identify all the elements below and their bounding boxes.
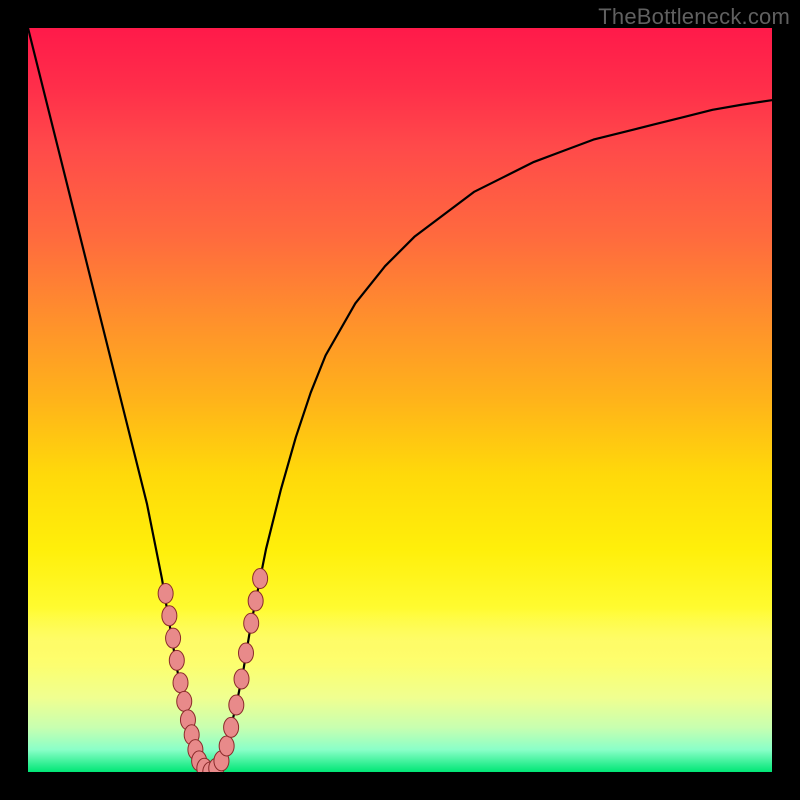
curve-layer <box>28 28 772 772</box>
data-marker <box>219 736 234 756</box>
bottleneck-curve <box>28 28 772 772</box>
plot-area <box>28 28 772 772</box>
marker-cluster <box>158 569 267 772</box>
data-marker <box>253 569 268 589</box>
data-marker <box>177 691 192 711</box>
data-marker <box>169 650 184 670</box>
data-marker <box>238 643 253 663</box>
data-marker <box>166 628 181 648</box>
data-marker <box>229 695 244 715</box>
data-marker <box>173 673 188 693</box>
data-marker <box>158 583 173 603</box>
watermark-text: TheBottleneck.com <box>598 4 790 30</box>
data-marker <box>234 669 249 689</box>
data-marker <box>162 606 177 626</box>
data-marker <box>248 591 263 611</box>
data-marker <box>244 613 259 633</box>
data-marker <box>224 717 239 737</box>
chart-frame: TheBottleneck.com <box>0 0 800 800</box>
